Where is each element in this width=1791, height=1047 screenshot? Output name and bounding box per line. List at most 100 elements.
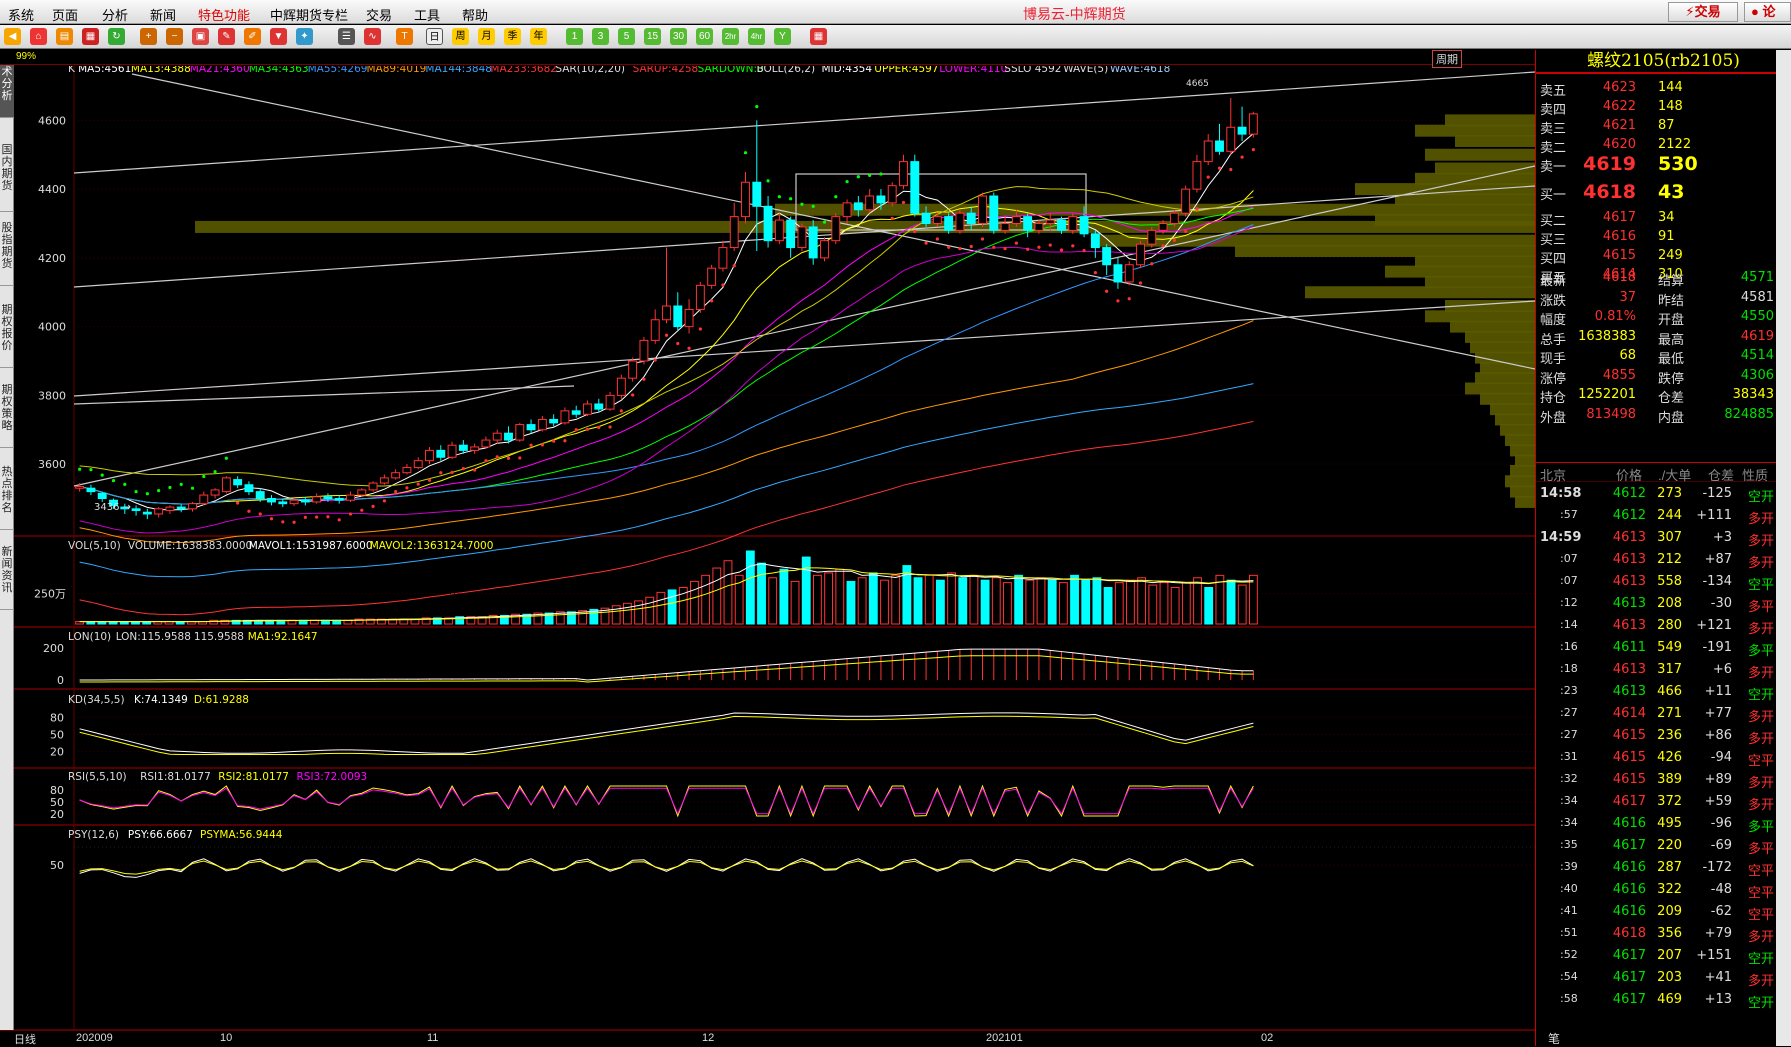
ask-row[interactable]: 卖三 4621 87 <box>1536 116 1776 137</box>
tick-row[interactable]: :34 4616 495 -96 多平 <box>1536 814 1791 835</box>
tab-hot-rank[interactable]: 热点排名 <box>0 462 14 530</box>
trade-button[interactable]: ⚡交易 <box>1668 2 1738 22</box>
quote-scrollbar[interactable] <box>1776 50 1791 1046</box>
tick-row[interactable]: :57 4612 244 +111 多开 <box>1536 506 1791 527</box>
tab-news[interactable]: 新闻资讯 <box>0 542 14 610</box>
tick-row[interactable]: :27 4615 236 +86 多开 <box>1536 726 1791 747</box>
menu-column[interactable]: 中辉期货专栏 <box>270 5 348 24</box>
tick-row[interactable]: :07 4613 558 -134 空平 <box>1536 572 1791 593</box>
tick-row[interactable]: :41 4616 209 -62 空平 <box>1536 902 1791 923</box>
tick-row[interactable]: :40 4616 322 -48 空平 <box>1536 880 1791 901</box>
tick-row[interactable]: :18 4613 317 +6 多开 <box>1536 660 1791 681</box>
period-label[interactable]: 日线 <box>14 1031 36 1047</box>
tick-row[interactable]: :35 4617 220 -69 多平 <box>1536 836 1791 857</box>
stat-row[interactable]: 持仓 1252201 仓差 38343 <box>1536 385 1776 406</box>
film-icon[interactable]: ▦ <box>82 28 99 45</box>
volume-profile-bar <box>1235 245 1535 257</box>
tick-row[interactable]: :54 4617 203 +41 多开 <box>1536 968 1791 989</box>
ask-row[interactable]: 卖一 4619 530 <box>1536 153 1776 175</box>
bid-row[interactable]: 买四 4615 249 <box>1536 246 1776 267</box>
folder-icon[interactable]: ▤ <box>56 28 73 45</box>
zoom-out-icon[interactable]: − <box>166 28 183 45</box>
tick-row[interactable]: :58 4617 469 +13 空开 <box>1536 990 1791 1011</box>
stat-row[interactable]: 现手 68 最低 4514 <box>1536 346 1776 367</box>
calculator-icon[interactable]: ▦ <box>810 28 827 45</box>
sar-dot <box>1229 167 1233 172</box>
candle-body <box>684 308 694 328</box>
tick-row[interactable]: :07 4613 212 +87 多开 <box>1536 550 1791 571</box>
pen-icon[interactable]: ✎ <box>218 28 235 45</box>
bid-row[interactable]: 买三 4616 91 <box>1536 227 1776 248</box>
window-icon[interactable]: ▣ <box>192 28 209 45</box>
forum-button[interactable]: ● 论 <box>1744 2 1791 22</box>
candle-body <box>605 394 615 410</box>
tick-row[interactable]: :39 4616 287 -172 空平 <box>1536 858 1791 879</box>
filter-icon[interactable]: ▼ <box>270 28 287 45</box>
list-icon[interactable]: ☰ <box>338 28 355 45</box>
tick-row[interactable]: :31 4615 426 -94 空平 <box>1536 748 1791 769</box>
custom-period[interactable]: Y <box>774 28 791 45</box>
menu-news[interactable]: 新闻 <box>150 5 176 24</box>
ask-row[interactable]: 卖五 4623 144 <box>1536 78 1776 99</box>
home-icon[interactable]: ⌂ <box>30 28 47 45</box>
menu-special[interactable]: 特色功能 <box>198 5 250 24</box>
draw-icon[interactable]: ✐ <box>244 28 261 45</box>
stat-row[interactable]: 总手 1638383 最高 4619 <box>1536 327 1776 348</box>
sar-dot <box>980 237 985 241</box>
tick-row[interactable]: :12 4613 208 -30 多平 <box>1536 594 1791 615</box>
ask-row[interactable]: 卖二 4620 2122 <box>1536 135 1776 156</box>
minute-5[interactable]: 5 <box>618 28 635 45</box>
bid-row[interactable]: 买一 4618 43 <box>1536 181 1776 203</box>
tick-row[interactable]: :51 4618 356 +79 多开 <box>1536 924 1791 945</box>
menu-system[interactable]: 系统 <box>8 5 34 24</box>
tick-icon[interactable]: T <box>396 28 413 45</box>
stat-row[interactable]: 涨跌 37 昨结 4581 <box>1536 288 1776 309</box>
tick-row[interactable]: :32 4615 389 +89 多开 <box>1536 770 1791 791</box>
minute-15[interactable]: 15 <box>644 28 661 45</box>
chart-line-icon[interactable]: ∿ <box>364 28 381 45</box>
hour-2[interactable]: 2hr <box>722 28 739 45</box>
period-year[interactable]: 年 <box>530 28 547 45</box>
period-week[interactable]: 周 <box>452 28 469 45</box>
period-month[interactable]: 月 <box>478 28 495 45</box>
tick-row[interactable]: :23 4613 466 +11 空开 <box>1536 682 1791 703</box>
lightning-icon: ⚡ <box>1685 4 1695 19</box>
minute-3[interactable]: 3 <box>592 28 609 45</box>
refresh-icon[interactable]: ↻ <box>108 28 125 45</box>
tick-row[interactable]: :27 4614 271 +77 多开 <box>1536 704 1791 725</box>
tick-row[interactable]: 14:59 4613 307 +3 多开 <box>1536 528 1791 549</box>
ask-row[interactable]: 卖四 4622 148 <box>1536 97 1776 118</box>
period-quarter[interactable]: 季 <box>504 28 521 45</box>
tick-col-volume: ./大单 <box>1658 468 1692 483</box>
zoom-in-icon[interactable]: + <box>140 28 157 45</box>
stat-row[interactable]: 最新 4618 结算 4571 <box>1536 268 1776 289</box>
menu-help[interactable]: 帮助 <box>462 5 488 24</box>
bid-row[interactable]: 买二 4617 34 <box>1536 208 1776 229</box>
period-day[interactable]: 日 <box>426 28 443 45</box>
tab-options-strategy[interactable]: 期权策略 <box>0 380 14 448</box>
sar-dot <box>484 459 488 463</box>
hour-4[interactable]: 4hr <box>748 28 765 45</box>
tab-options-quote[interactable]: 期权报价 <box>0 300 14 368</box>
menu-analysis[interactable]: 分析 <box>102 5 128 24</box>
tick-footer[interactable]: 笔 <box>1548 1030 1560 1047</box>
stat-row[interactable]: 外盘 813498 内盘 824885 <box>1536 405 1776 426</box>
minute-60[interactable]: 60 <box>696 28 713 45</box>
back-icon[interactable]: ◀ <box>4 28 21 45</box>
menu-trade[interactable]: 交易 <box>366 5 392 24</box>
tick-row[interactable]: 14:58 4612 273 -125 空开 <box>1536 484 1791 505</box>
tab-index-futures[interactable]: 股指期货 <box>0 218 14 286</box>
tick-row[interactable]: :34 4617 372 +59 多开 <box>1536 792 1791 813</box>
tick-row[interactable]: :14 4613 280 +121 多开 <box>1536 616 1791 637</box>
stat-row[interactable]: 幅度 0.81% 开盘 4550 <box>1536 307 1776 328</box>
minute-30[interactable]: 30 <box>670 28 687 45</box>
tick-row[interactable]: :52 4617 207 +151 空开 <box>1536 946 1791 967</box>
kline-chart-area[interactable]: 4600 4400 4200 4000 3800 3600 K MA5:4561 MA13:43… <box>14 66 1535 1030</box>
menu-tools[interactable]: 工具 <box>414 5 440 24</box>
new-icon[interactable]: ✦ <box>296 28 313 45</box>
tick-row[interactable]: :16 4611 549 -191 多平 <box>1536 638 1791 659</box>
tab-domestic-futures[interactable]: 国内期货 <box>0 140 14 212</box>
stat-row[interactable]: 涨停 4855 跌停 4306 <box>1536 366 1776 387</box>
minute-1[interactable]: 1 <box>566 28 583 45</box>
menu-page[interactable]: 页面 <box>52 5 78 24</box>
